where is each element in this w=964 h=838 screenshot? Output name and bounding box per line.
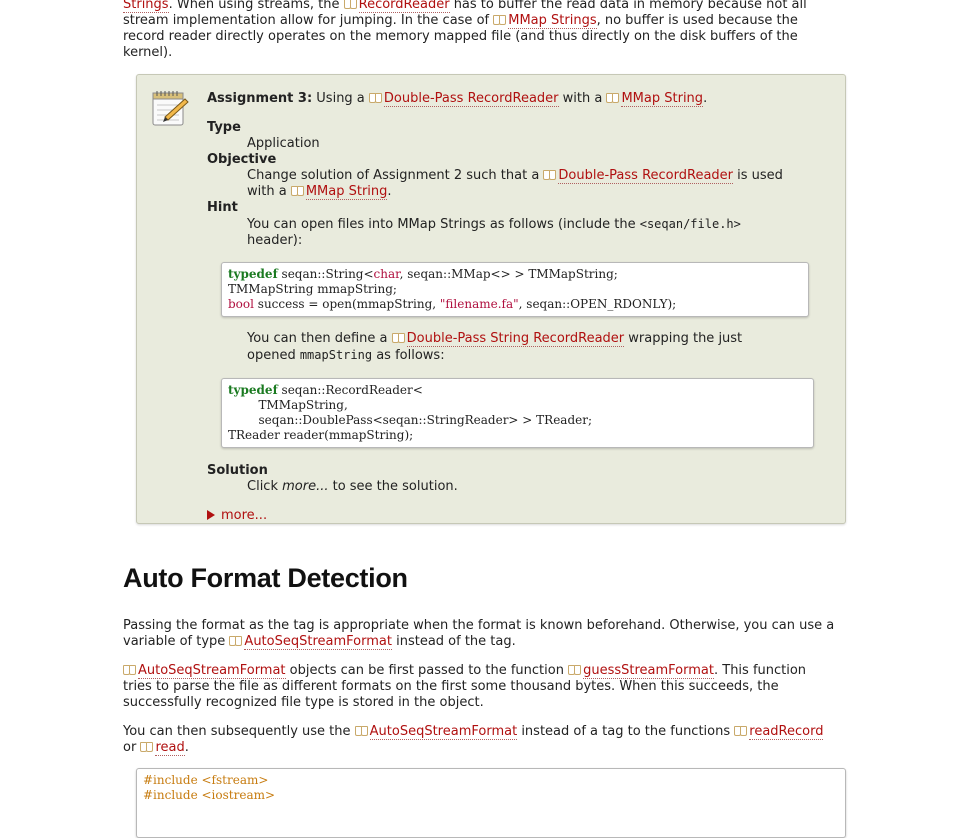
section-paragraph-3: You can then subsequently use the AutoSe… <box>123 724 824 756</box>
more-link[interactable]: more... <box>221 508 267 523</box>
link-recordreader[interactable]: RecordReader <box>358 0 450 13</box>
assignment-content: Assignment 3: Using a Double-Pass Record… <box>207 91 827 524</box>
link-read[interactable]: read <box>155 740 185 756</box>
link-guessstreamformat[interactable]: guessStreamFormat <box>583 663 714 679</box>
book-icon <box>290 186 304 196</box>
book-icon <box>140 742 154 752</box>
assignment-box: Assignment 3: Using a Double-Pass Record… <box>136 74 846 524</box>
book-icon <box>391 333 405 343</box>
link-autoseqstreamformat[interactable]: AutoSeqStreamFormat <box>244 634 392 650</box>
then-text: You can then define a Double-Pass String… <box>247 331 743 363</box>
book-icon <box>354 726 368 736</box>
solution-label: Solution <box>207 463 268 478</box>
link-mmap-string-2[interactable]: MMap String <box>305 184 388 200</box>
hint-text: You can open files into MMap Strings as … <box>247 217 741 248</box>
type-label: Type <box>207 120 241 135</box>
hint-label: Hint <box>207 200 238 215</box>
link-mmap-strings[interactable]: MMap Strings <box>508 13 597 29</box>
code-block-mmap-open: typedef seqan::String<char, seqan::MMap<… <box>221 262 809 317</box>
book-icon <box>229 636 243 646</box>
book-icon <box>368 93 382 103</box>
notepad-pencil-icon <box>152 91 189 126</box>
book-icon <box>568 665 582 675</box>
type-value: Application <box>247 136 320 151</box>
book-icon <box>734 726 748 736</box>
code-block-includes: #include <fstream> #include <iostream> <box>136 768 846 838</box>
link-strings[interactable]: Strings <box>123 0 169 13</box>
book-icon <box>493 15 507 25</box>
triangle-right-icon <box>207 510 215 520</box>
link-autoseqstreamformat-2[interactable]: AutoSeqStreamFormat <box>138 663 286 679</box>
link-double-pass-recordreader-2[interactable]: Double-Pass RecordReader <box>558 168 734 184</box>
solution-text: Click more... to see the solution. <box>247 479 458 494</box>
objective-label: Objective <box>207 152 277 167</box>
code-block-recordreader: typedef seqan::RecordReader< TMMapString… <box>221 378 814 448</box>
book-icon <box>606 93 620 103</box>
objective-text: Change solution of Assignment 2 such tha… <box>247 168 783 200</box>
link-double-pass-string-recordreader[interactable]: Double-Pass String RecordReader <box>406 331 625 347</box>
assignment-title: Assignment 3: Using a Double-Pass Record… <box>207 91 708 107</box>
link-double-pass-recordreader[interactable]: Double-Pass RecordReader <box>383 91 559 107</box>
section-paragraph-2: AutoSeqStreamFormat objects can be first… <box>123 663 807 710</box>
more-toggle[interactable]: more... <box>207 508 827 524</box>
section-heading: Auto Format Detection <box>123 563 408 593</box>
section-paragraph-1: Passing the format as the tag is appropr… <box>123 618 835 650</box>
book-icon <box>343 0 357 9</box>
book-icon <box>123 665 136 675</box>
book-icon <box>543 170 557 180</box>
intro-paragraph: Strings. When using streams, the RecordR… <box>123 0 860 61</box>
link-readrecord[interactable]: readRecord <box>749 724 824 740</box>
link-autoseqstreamformat-3[interactable]: AutoSeqStreamFormat <box>369 724 518 740</box>
link-mmap-string[interactable]: MMap String <box>621 91 704 107</box>
